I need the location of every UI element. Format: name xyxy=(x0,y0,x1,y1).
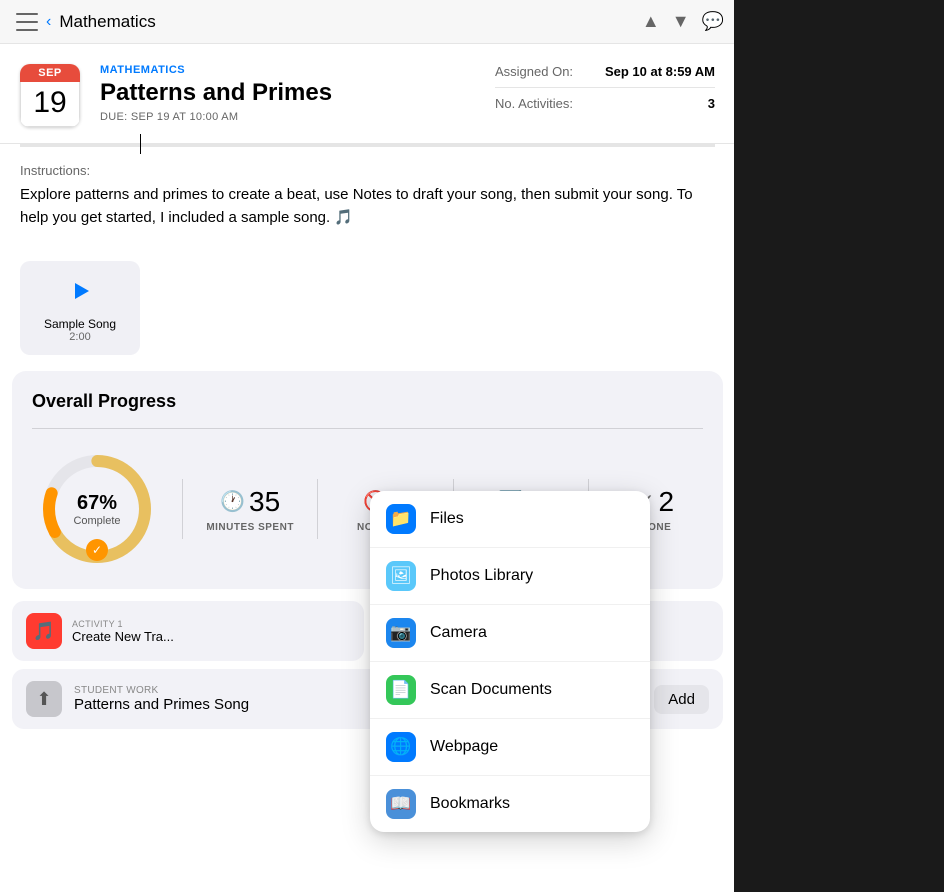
scan-label: Scan Documents xyxy=(430,681,552,699)
instructions-section: Instructions: Explore patterns and prime… xyxy=(0,147,735,245)
play-triangle-icon xyxy=(75,283,89,299)
calendar-month: SEP xyxy=(20,64,80,82)
dropdown-files[interactable]: 📁 Files xyxy=(370,491,650,548)
assignment-subject: MATHEMATICS xyxy=(100,64,475,76)
nav-down-icon[interactable]: ▼ xyxy=(672,11,690,32)
assignment-header: SEP 19 MATHEMATICS Patterns and Primes D… xyxy=(0,44,735,144)
work-icon: ⬆ xyxy=(26,681,62,717)
nav-title: Mathematics xyxy=(59,12,155,32)
activity-card-1[interactable]: 🎵 ACTIVITY 1 Create New Tra... xyxy=(12,601,364,661)
checkmark-badge: ✓ xyxy=(86,539,108,561)
instructions-text: Explore patterns and primes to create a … xyxy=(20,184,715,229)
webpage-label: Webpage xyxy=(430,738,498,756)
sample-title: Sample Song xyxy=(44,317,116,331)
instructions-label: Instructions: xyxy=(20,163,715,178)
clock-icon: 🕐 xyxy=(220,489,245,514)
assigned-on-value: Sep 10 at 8:59 AM xyxy=(605,64,715,79)
assigned-on-row: Assigned On: Sep 10 at 8:59 AM xyxy=(495,64,715,79)
progress-section-divider xyxy=(32,428,703,429)
dropdown-menu: 📁 Files 🖼 Photos Library 📷 Camera 📄 Scan… xyxy=(370,491,650,832)
activity-1-icon: 🎵 xyxy=(26,613,62,649)
scan-icon: 📄 xyxy=(386,675,416,705)
activity-1-name: Create New Tra... xyxy=(72,629,174,644)
nav-actions: ▲ ▼ 💬 xyxy=(642,11,724,32)
sample-duration: 2:00 xyxy=(69,331,90,343)
donut-complete-label: Complete xyxy=(73,515,120,527)
assigned-on-label: Assigned On: xyxy=(495,64,573,79)
stat-divider-2 xyxy=(317,479,318,539)
files-icon: 📁 xyxy=(386,504,416,534)
donut-percent: 67% xyxy=(73,492,120,515)
progress-line xyxy=(20,144,715,147)
sample-song-card[interactable]: Sample Song 2:00 xyxy=(20,261,140,355)
no-activities-row: No. Activities: 3 xyxy=(495,96,715,111)
stat-minutes-label: MINUTES SPENT xyxy=(206,522,294,533)
assignment-meta: Assigned On: Sep 10 at 8:59 AM No. Activ… xyxy=(495,64,715,111)
right-panel xyxy=(734,0,944,892)
stat-done-value: 2 xyxy=(658,486,674,518)
play-button[interactable] xyxy=(62,273,98,309)
calendar-day: 19 xyxy=(20,82,80,127)
donut-text: 67% Complete xyxy=(73,492,120,527)
stat-divider-1 xyxy=(182,479,183,539)
camera-label: Camera xyxy=(430,624,487,642)
activity-1-number: ACTIVITY 1 xyxy=(72,619,174,629)
photos-icon: 🖼 xyxy=(386,561,416,591)
sidebar-toggle-button[interactable] xyxy=(16,13,38,31)
bookmarks-label: Bookmarks xyxy=(430,795,510,813)
add-button[interactable]: Add xyxy=(654,685,709,714)
progress-section-title: Overall Progress xyxy=(32,391,703,412)
stat-minutes-value: 35 xyxy=(249,486,280,518)
calendar-icon: SEP 19 xyxy=(20,64,80,127)
stat-minutes: 🕐 35 MINUTES SPENT xyxy=(203,486,297,533)
photos-label: Photos Library xyxy=(430,567,533,585)
meta-divider xyxy=(495,87,715,88)
dropdown-photos[interactable]: 🖼 Photos Library xyxy=(370,548,650,605)
no-activities-value: 3 xyxy=(708,96,715,111)
assignment-title: Patterns and Primes xyxy=(100,79,475,107)
nav-up-icon[interactable]: ▲ xyxy=(642,11,660,32)
donut-chart-container: 67% Complete ✓ xyxy=(32,449,162,569)
activity-1-info: ACTIVITY 1 Create New Tra... xyxy=(72,619,174,644)
dropdown-camera[interactable]: 📷 Camera xyxy=(370,605,650,662)
dropdown-scan[interactable]: 📄 Scan Documents xyxy=(370,662,650,719)
assignment-info: MATHEMATICS Patterns and Primes DUE: SEP… xyxy=(100,64,475,123)
assignment-due: DUE: SEP 19 AT 10:00 AM xyxy=(100,111,475,123)
back-button[interactable]: ‹ xyxy=(46,13,51,31)
no-activities-label: No. Activities: xyxy=(495,96,573,111)
nav-comment-icon[interactable]: 💬 xyxy=(702,11,724,32)
bookmarks-icon: 📖 xyxy=(386,789,416,819)
files-label: Files xyxy=(430,510,464,528)
dropdown-bookmarks[interactable]: 📖 Bookmarks xyxy=(370,776,650,832)
nav-left: ‹ Mathematics xyxy=(16,12,156,32)
dropdown-webpage[interactable]: 🌐 Webpage xyxy=(370,719,650,776)
camera-icon: 📷 xyxy=(386,618,416,648)
stat-minutes-top: 🕐 35 xyxy=(220,486,280,518)
webpage-icon: 🌐 xyxy=(386,732,416,762)
